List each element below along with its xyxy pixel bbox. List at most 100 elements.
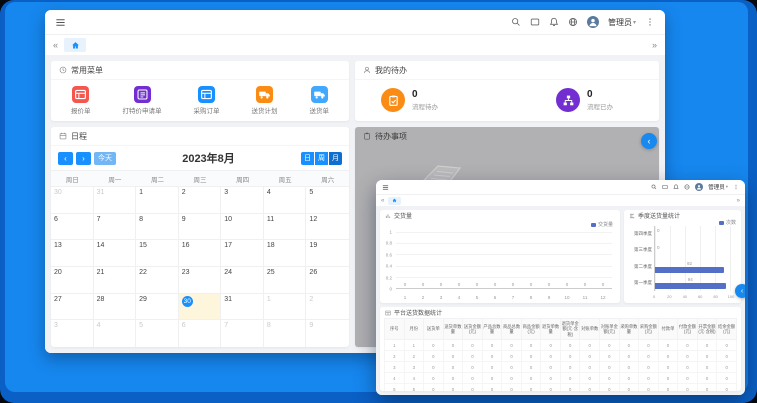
tabs-scroll-right-icon[interactable]: » [737, 198, 740, 204]
menu-item[interactable]: 打特价申请单 [123, 86, 162, 115]
table-header-cell: 结余金额(元) [717, 319, 737, 340]
calendar-day-cell[interactable]: 7 [94, 214, 137, 241]
calendar-day-cell[interactable]: 3 [51, 320, 94, 347]
bar-value-label: 0 [594, 282, 612, 287]
bell-icon[interactable] [549, 17, 559, 27]
table-cell: 0 [580, 384, 600, 391]
language-icon[interactable] [568, 17, 578, 27]
calendar-day-cell[interactable]: 20 [51, 267, 94, 294]
more-icon[interactable] [733, 184, 739, 190]
calendar-day-cell[interactable]: 1 [264, 294, 307, 321]
day-number: 4 [267, 189, 271, 196]
calendar-day-cell[interactable]: 7 [221, 320, 264, 347]
calendar-day-cell[interactable]: 8 [136, 214, 179, 241]
calendar-day-cell[interactable]: 22 [136, 267, 179, 294]
menu-item[interactable]: 报价单 [71, 86, 91, 115]
table-header-cell: 付款金额(元) [678, 319, 698, 340]
calendar-day-cell[interactable]: 4 [264, 187, 307, 214]
calendar-day-cell[interactable]: 24 [221, 267, 264, 294]
calendar-day-cell[interactable]: 6 [179, 320, 222, 347]
language-icon[interactable] [684, 184, 690, 190]
user-avatar[interactable] [695, 183, 703, 191]
chart-legend[interactable]: 交货量 [591, 221, 613, 228]
table-header-cell: 采购单数量 [619, 319, 639, 340]
calendar-day-cell[interactable]: 13 [51, 240, 94, 267]
calendar-day-cell[interactable]: 6 [51, 214, 94, 241]
table-cell: 0 [502, 362, 522, 373]
calendar-view-button[interactable]: 月 [329, 152, 342, 165]
card-title: 常用菜单 [71, 65, 103, 76]
calendar-day-cell[interactable]: 18 [264, 240, 307, 267]
calendar-day-cell[interactable]: 3 [221, 187, 264, 214]
menu-item[interactable]: 采购订单 [194, 86, 220, 115]
calendar-prev-button[interactable]: ‹ [58, 152, 73, 165]
fullscreen-icon[interactable] [662, 184, 668, 190]
table-body: 1100000000000000002200000000000000003300… [385, 340, 737, 391]
menu-toggle-icon[interactable] [382, 184, 389, 191]
user-menu[interactable]: 管理员▾ [708, 183, 728, 191]
calendar-day-cell[interactable]: 8 [264, 320, 307, 347]
calendar-day-cell[interactable]: 29 [136, 294, 179, 321]
tab-home[interactable] [388, 197, 401, 205]
search-icon[interactable] [651, 184, 657, 190]
calendar-next-button[interactable]: › [76, 152, 91, 165]
tab-home[interactable] [64, 38, 86, 52]
calendar-day-cell[interactable]: 10 [221, 214, 264, 241]
tabs-scroll-right-icon[interactable]: » [652, 40, 657, 50]
calendar-today-button[interactable]: 今天 [94, 152, 116, 165]
calendar-day-cell[interactable]: 5 [306, 187, 349, 214]
x-axis-tick: 80 [713, 294, 717, 299]
calendar-day-cell[interactable]: 28 [94, 294, 137, 321]
calendar-day-cell[interactable]: 31 [94, 187, 137, 214]
calendar-view-button[interactable]: 日 [301, 152, 314, 165]
collapse-handle[interactable]: ‹ [735, 284, 745, 298]
day-number: 28 [97, 296, 105, 303]
calendar-day-cell[interactable]: 11 [264, 214, 307, 241]
calendar-day-cell[interactable]: 16 [179, 240, 222, 267]
bell-icon[interactable] [673, 184, 679, 190]
calendar-day-cell[interactable]: 30 [179, 294, 222, 321]
collapse-handle[interactable]: ‹ [641, 133, 657, 149]
day-number: 7 [97, 216, 101, 223]
y-axis-tick: 0 [389, 287, 392, 292]
calendar-day-cell[interactable]: 14 [94, 240, 137, 267]
calendar-day-cell[interactable]: 26 [306, 267, 349, 294]
calendar-day-cell[interactable]: 27 [51, 294, 94, 321]
table-cell: 0 [560, 373, 580, 384]
calendar-day-cell[interactable]: 1 [136, 187, 179, 214]
calendar-day-cell[interactable]: 17 [221, 240, 264, 267]
table-cell: 0 [521, 340, 541, 351]
menu-item[interactable]: 送货计划 [252, 86, 278, 115]
calendar-day-cell[interactable]: 9 [179, 214, 222, 241]
calendar-day-cell[interactable]: 30 [51, 187, 94, 214]
menu-toggle-icon[interactable] [55, 17, 66, 28]
calendar-day-cell[interactable]: 25 [264, 267, 307, 294]
calendar-day-cell[interactable]: 5 [136, 320, 179, 347]
calendar-day-cell[interactable]: 12 [306, 214, 349, 241]
user-menu[interactable]: 管理员▾ [608, 17, 636, 28]
table-header-cell: 退货单数量 [541, 319, 561, 340]
calendar-day-cell[interactable]: 19 [306, 240, 349, 267]
calendar-day-cell[interactable]: 2 [179, 187, 222, 214]
tabs-scroll-left-icon[interactable]: « [53, 40, 58, 50]
tabs-scroll-left-icon[interactable]: « [381, 198, 384, 204]
calendar-view-button[interactable]: 周 [315, 152, 328, 165]
calendar-day-cell[interactable]: 21 [94, 267, 137, 294]
calendar-day-cell[interactable]: 9 [306, 320, 349, 347]
fullscreen-icon[interactable] [530, 17, 540, 27]
calendar-day-cell[interactable]: 4 [94, 320, 137, 347]
todo-stat[interactable]: 0流程已办 [556, 88, 613, 112]
chart-legend[interactable]: 次数 [719, 219, 736, 226]
calendar-day-cell[interactable]: 15 [136, 240, 179, 267]
calendar-day-cell[interactable]: 23 [179, 267, 222, 294]
calendar-day-cell[interactable]: 2 [306, 294, 349, 321]
search-icon[interactable] [511, 17, 521, 27]
calendar-day-cell[interactable]: 31 [221, 294, 264, 321]
menu-item[interactable]: 送货单 [310, 86, 330, 115]
more-icon[interactable] [645, 17, 655, 27]
todo-stat[interactable]: 0流程待办 [381, 88, 438, 112]
table-header-cell: 付款单 [658, 319, 678, 340]
bar-row: 第一季度94 [655, 275, 730, 291]
user-avatar[interactable] [587, 16, 599, 28]
chart-plot-area: 000000000000 [396, 232, 612, 289]
